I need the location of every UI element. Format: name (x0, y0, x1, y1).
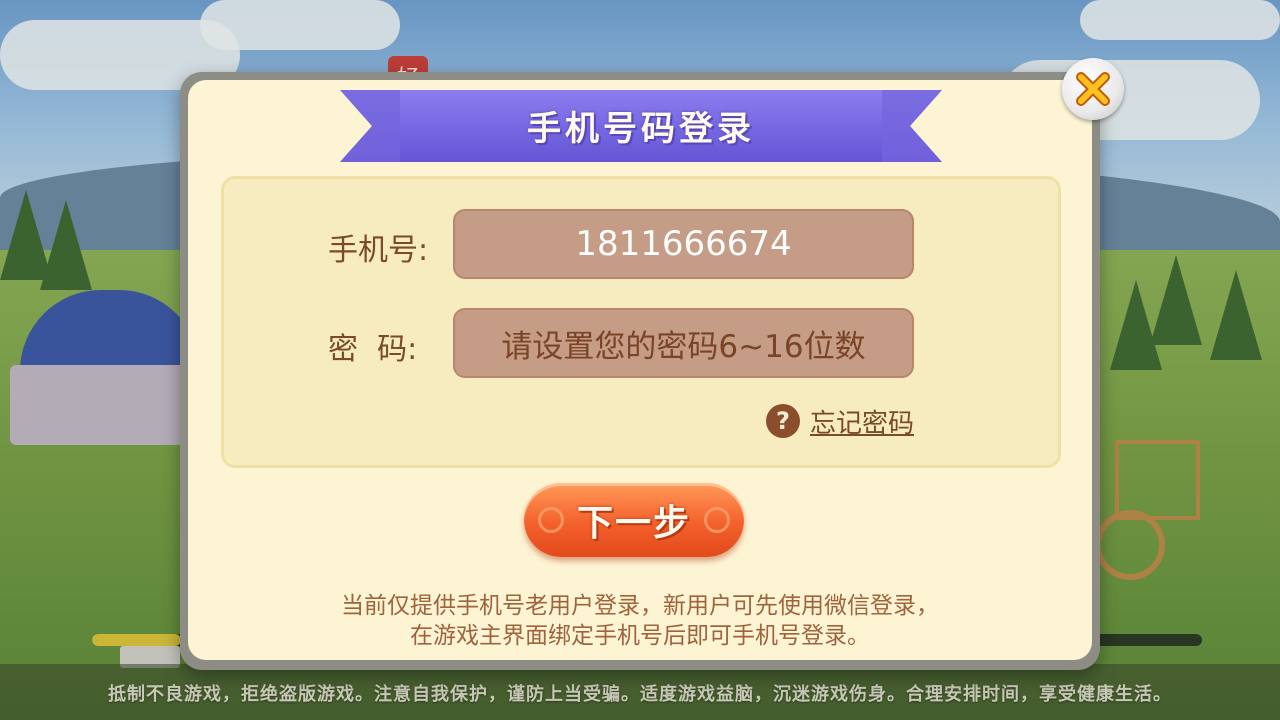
swirl-ornament-right (704, 507, 730, 533)
next-step-label: 下一步 (576, 503, 691, 544)
health-notice-text: 抵制不良游戏，拒绝盗版游戏。注意自我保护，谨防上当受骗。适度游戏益脑，沉迷游戏伤… (108, 684, 1172, 705)
dialog-title: 手机号码登录 (527, 108, 755, 149)
password-input[interactable]: 请设置您的密码6~16位数 (453, 308, 914, 378)
phone-label: 手机号: (328, 233, 429, 268)
title-ribbon: 手机号码登录 (340, 90, 942, 164)
forgot-password-link[interactable]: ? 忘记密码 (766, 404, 915, 439)
forgot-password-label: 忘记密码 (810, 408, 915, 439)
close-icon (1076, 72, 1110, 106)
question-icon: ? (766, 404, 800, 438)
swirl-ornament-left (538, 507, 564, 533)
next-step-button[interactable]: 下一步 (524, 483, 744, 557)
close-button[interactable] (1062, 58, 1124, 120)
phone-input[interactable]: 1811666674 (453, 209, 914, 279)
login-note-line2: 在游戏主界面绑定手机号后即可手机号登录。 (410, 623, 870, 649)
password-label: 密 码: (328, 332, 418, 367)
login-note-line1: 当前仅提供手机号老用户登录，新用户可先使用微信登录， (341, 593, 939, 619)
